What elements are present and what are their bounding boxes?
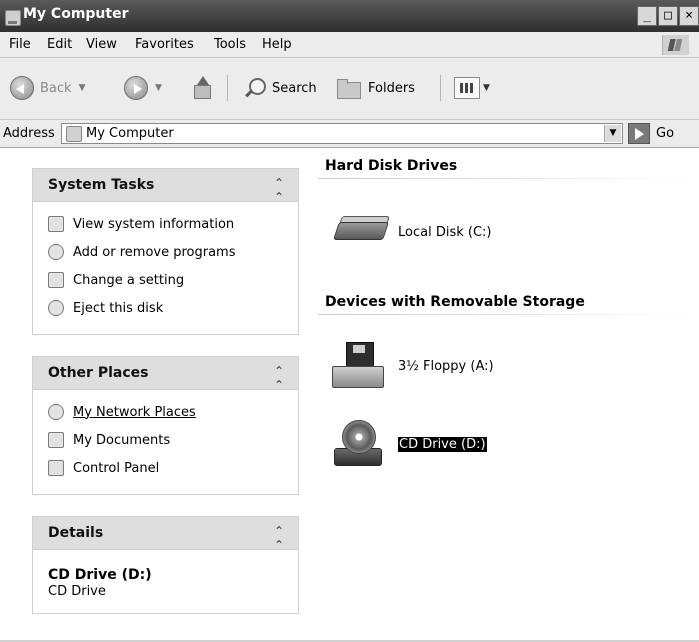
network-icon (48, 404, 64, 420)
control-panel-icon (48, 272, 64, 288)
up-folder-icon (191, 76, 213, 100)
back-label: Back (40, 80, 72, 96)
add-remove-icon (48, 244, 64, 260)
chevron-up-icon[interactable]: ⌃ ⌃ (274, 176, 284, 204)
go-arrow-icon[interactable] (628, 123, 650, 144)
other-places-header[interactable]: Other Places ⌃ ⌃ (33, 357, 298, 392)
drive-cd-d[interactable]: CD Drive (D:) (330, 420, 488, 468)
menu-view[interactable]: View (86, 37, 117, 52)
computer-icon (66, 126, 82, 142)
drive-floppy-a[interactable]: 3½ Floppy (A:) (330, 342, 494, 390)
drive-local-disk-c[interactable]: Local Disk (C:) (330, 208, 491, 256)
task-label: Eject this disk (73, 300, 164, 316)
task-label: Change a setting (73, 272, 185, 288)
details-panel: Details ⌃ ⌃ CD Drive (D:) CD Drive (32, 516, 299, 614)
close-button[interactable]: × (679, 6, 699, 26)
forward-dropdown-icon[interactable]: ▼ (155, 83, 162, 93)
views-icon (454, 77, 480, 99)
task-label: View system information (73, 216, 235, 232)
other-places-panel: Other Places ⌃ ⌃ My Network Places My Doc… (32, 356, 299, 495)
task-change-setting[interactable]: Change a setting (48, 269, 184, 291)
toolbar-separator (227, 75, 228, 101)
hard-disk-icon (330, 208, 394, 256)
chevron-up-icon[interactable]: ⌃ ⌃ (274, 524, 284, 552)
address-dropdown-icon[interactable]: ▼ (604, 125, 621, 142)
address-value: My Computer (86, 126, 174, 141)
up-button[interactable] (191, 72, 213, 104)
control-panel-icon (48, 460, 64, 476)
task-view-system-information[interactable]: View system information (48, 213, 234, 235)
address-bar: Address My Computer ▼ Go (0, 120, 699, 148)
place-label: Control Panel (73, 460, 160, 476)
back-button[interactable]: Back ▼ (10, 72, 85, 104)
folders-button[interactable]: Folders (336, 72, 415, 104)
menu-favorites[interactable]: Favorites (135, 37, 194, 52)
windows-logo-icon (662, 35, 689, 55)
cd-drive-icon (330, 420, 394, 468)
panel-title: Other Places (48, 365, 149, 381)
minimize-button[interactable]: _ (637, 6, 657, 26)
computer-icon (5, 10, 21, 26)
section-divider (318, 178, 699, 179)
drive-label: Local Disk (C:) (398, 224, 492, 240)
details-item-name: CD Drive (D:) (48, 567, 152, 583)
menu-edit[interactable]: Edit (47, 37, 72, 52)
section-divider (318, 314, 699, 315)
eject-icon (48, 300, 64, 316)
views-dropdown-icon[interactable]: ▼ (483, 83, 490, 93)
section-title-removable-storage: Devices with Removable Storage (325, 294, 585, 310)
drive-label-selected: CD Drive (D:) (397, 435, 488, 453)
forward-button[interactable]: ▼ (124, 72, 162, 104)
forward-arrow-icon (124, 76, 148, 100)
drive-label: 3½ Floppy (A:) (398, 358, 494, 374)
task-add-remove-programs[interactable]: Add or remove programs (48, 241, 236, 263)
folders-icon (336, 78, 362, 99)
search-label: Search (272, 80, 317, 96)
toolbar: Back ▼ ▼ Search Folders ▼ (0, 58, 699, 120)
menu-bar: File Edit View Favorites Tools Help (0, 32, 699, 58)
folder-icon (48, 432, 64, 448)
back-arrow-icon (10, 76, 34, 100)
system-info-icon (48, 216, 64, 232)
menu-tools[interactable]: Tools (214, 37, 246, 52)
views-button[interactable]: ▼ (454, 72, 490, 104)
back-dropdown-icon[interactable]: ▼ (79, 83, 86, 93)
system-tasks-panel: System Tasks ⌃ ⌃ View system information … (32, 168, 299, 335)
task-pane: System Tasks ⌃ ⌃ View system information … (8, 148, 308, 642)
place-my-documents[interactable]: My Documents (48, 429, 170, 451)
menu-help[interactable]: Help (262, 37, 292, 52)
section-title-hard-disk-drives: Hard Disk Drives (325, 158, 458, 174)
address-label: Address (3, 126, 55, 141)
floppy-drive-icon (330, 342, 394, 390)
go-button[interactable]: Go (656, 126, 674, 141)
window-controls: _ □ × (636, 6, 699, 26)
maximize-button[interactable]: □ (658, 6, 678, 26)
task-label: Add or remove programs (73, 244, 236, 260)
panel-title: Details (48, 525, 104, 541)
search-icon (244, 77, 266, 99)
title-bar[interactable]: My Computer _ □ × (0, 0, 699, 32)
task-eject-disk[interactable]: Eject this disk (48, 297, 163, 319)
folders-label: Folders (368, 80, 415, 96)
address-field[interactable]: My Computer ▼ (61, 123, 623, 144)
system-tasks-header[interactable]: System Tasks ⌃ ⌃ (33, 169, 298, 204)
panel-title: System Tasks (48, 177, 155, 193)
details-header[interactable]: Details ⌃ ⌃ (33, 517, 298, 552)
menu-file[interactable]: File (9, 37, 31, 52)
details-item-type: CD Drive (48, 584, 106, 599)
place-my-network-places[interactable]: My Network Places (48, 401, 196, 423)
window-title: My Computer (23, 6, 129, 22)
place-control-panel[interactable]: Control Panel (48, 457, 159, 479)
toolbar-separator (440, 75, 441, 101)
place-label: My Network Places (73, 404, 196, 420)
search-button[interactable]: Search (244, 72, 317, 104)
place-label: My Documents (73, 432, 171, 448)
chevron-up-icon[interactable]: ⌃ ⌃ (274, 364, 284, 392)
